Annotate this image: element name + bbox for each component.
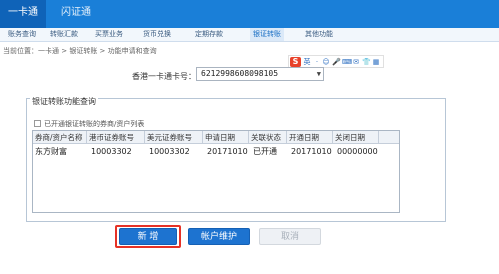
- card-number-value: 6212998608098105: [201, 69, 279, 78]
- col-apply-date[interactable]: 申请日期: [203, 131, 249, 144]
- sogou-logo-icon[interactable]: S: [290, 57, 301, 67]
- ime-toolbox-icon[interactable]: ▦: [372, 57, 380, 67]
- account-maintain-button[interactable]: 帐户维护: [188, 228, 250, 245]
- sub-nav-bar: 账务查询 转账汇款 买票业务 货币兑换 定期存款 银证转账 其他功能: [0, 28, 499, 42]
- cell-link-status: 已开通: [253, 147, 277, 156]
- cell-hkd-account: 10003302: [91, 147, 132, 156]
- ime-emoji-icon[interactable]: ☺: [322, 57, 330, 67]
- breadcrumb: 当前位置：一卡通 > 银证转账 > 功能申请和查询: [3, 47, 157, 55]
- col-link-status[interactable]: 关联状态: [249, 131, 287, 144]
- ime-lang-icon[interactable]: 英: [303, 57, 311, 67]
- tab-yikatong[interactable]: 一卡通: [0, 0, 46, 28]
- opened-list-checkbox-label: 已开通银证转账的券商/资户列表: [44, 120, 145, 128]
- cell-open-date: 20171010: [291, 147, 332, 156]
- ime-punct-icon[interactable]: ·: [313, 57, 321, 67]
- sub-nav-fx[interactable]: 货币兑换: [143, 28, 171, 41]
- cell-broker-name: 东方财富: [35, 147, 67, 156]
- tab-shanzhengtong[interactable]: 闪证通: [58, 0, 94, 28]
- cancel-button[interactable]: 取消: [259, 228, 321, 245]
- broker-table: 券商/资户名称 港币证券账号 美元证券账号 申请日期 关联状态 开通日期 关闭日…: [32, 130, 400, 213]
- col-open-date[interactable]: 开通日期: [287, 131, 333, 144]
- card-number-select[interactable]: 6212998608098105 ▼: [196, 67, 324, 81]
- ime-mic-icon[interactable]: 🎤: [332, 57, 341, 67]
- opened-list-checkbox[interactable]: [34, 120, 41, 127]
- chevron-down-icon: ▼: [316, 70, 321, 78]
- ime-skin-icon[interactable]: 👕: [362, 57, 371, 67]
- panel-title: 银证转账功能查询: [30, 96, 98, 107]
- sub-nav-account-query[interactable]: 账务查询: [8, 28, 36, 41]
- ime-keyboard-icon[interactable]: ⌨: [342, 57, 352, 67]
- col-hkd-account[interactable]: 港币证券账号: [87, 131, 145, 144]
- add-button[interactable]: 新 增: [119, 228, 177, 245]
- sub-nav-transfer[interactable]: 转账汇款: [50, 28, 78, 41]
- table-row[interactable]: 东方财富 10003302 10003302 20171010 已开通 2017…: [33, 145, 399, 158]
- ime-mail-icon[interactable]: ✉: [352, 57, 360, 67]
- cell-usd-account: 10003302: [149, 147, 190, 156]
- col-broker-name[interactable]: 券商/资户名称: [33, 131, 87, 144]
- card-number-label: 香港一卡通卡号：: [132, 72, 196, 81]
- col-usd-account[interactable]: 美元证券账号: [145, 131, 203, 144]
- cell-apply-date: 20171010: [207, 147, 248, 156]
- sub-nav-deposit[interactable]: 定期存款: [195, 28, 223, 41]
- table-header: 券商/资户名称 港币证券账号 美元证券账号 申请日期 关联状态 开通日期 关闭日…: [33, 131, 399, 144]
- top-nav-bar: 一卡通 闪证通: [0, 0, 499, 28]
- col-close-date[interactable]: 关闭日期: [333, 131, 379, 144]
- sub-nav-bank-securities[interactable]: 银证转账: [250, 28, 284, 41]
- sub-nav-other[interactable]: 其他功能: [305, 28, 333, 41]
- sub-nav-ticket[interactable]: 买票业务: [95, 28, 123, 41]
- cell-close-date: 00000000: [337, 147, 378, 156]
